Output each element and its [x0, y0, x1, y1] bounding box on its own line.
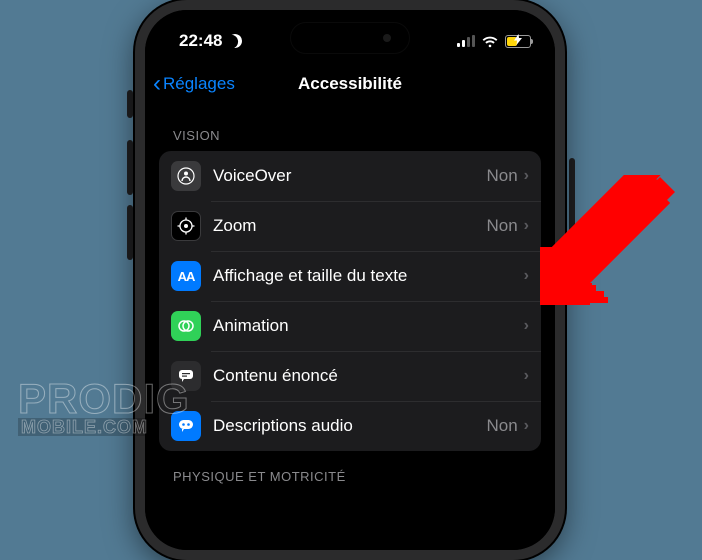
- back-button[interactable]: ‹ Réglages: [153, 72, 235, 96]
- chevron-right-icon: ›: [524, 317, 529, 335]
- row-label: Contenu énoncé: [213, 366, 524, 386]
- chevron-right-icon: ›: [524, 167, 529, 185]
- chevron-right-icon: ›: [524, 217, 529, 235]
- chevron-right-icon: ›: [524, 267, 529, 285]
- battery-icon: [505, 35, 531, 48]
- chevron-left-icon: ‹: [153, 72, 161, 96]
- section-header-vision: VISION: [159, 110, 541, 151]
- row-audio-descriptions[interactable]: Descriptions audio Non ›: [159, 401, 541, 451]
- phone-power-button: [569, 158, 575, 240]
- animation-icon: [171, 311, 201, 341]
- row-label: Animation: [213, 316, 524, 336]
- back-label: Réglages: [163, 74, 235, 94]
- row-zoom[interactable]: Zoom Non ›: [159, 201, 541, 251]
- row-animation[interactable]: Animation ›: [159, 301, 541, 351]
- audio-descriptions-icon: [171, 411, 201, 441]
- voiceover-icon: [171, 161, 201, 191]
- text-size-icon: AA: [171, 261, 201, 291]
- screen: 22:48 ‹: [145, 10, 555, 550]
- row-label: Zoom: [213, 216, 486, 236]
- chevron-right-icon: ›: [524, 367, 529, 385]
- section-header-physique: PHYSIQUE ET MOTRICITÉ: [159, 451, 541, 492]
- row-voiceover[interactable]: VoiceOver Non ›: [159, 151, 541, 201]
- row-spoken-content[interactable]: Contenu énoncé ›: [159, 351, 541, 401]
- do-not-disturb-icon: [227, 33, 243, 49]
- row-label: Affichage et taille du texte: [213, 266, 524, 286]
- spoken-content-icon: [171, 361, 201, 391]
- nav-bar: ‹ Réglages Accessibilité: [145, 58, 555, 110]
- row-value: Non: [486, 216, 517, 236]
- wifi-icon: [481, 35, 499, 48]
- row-value: Non: [486, 416, 517, 436]
- row-display-text-size[interactable]: AA Affichage et taille du texte ›: [159, 251, 541, 301]
- watermark-line2: MOBILE.COM: [18, 418, 151, 436]
- row-label: Descriptions audio: [213, 416, 486, 436]
- status-time: 22:48: [179, 31, 222, 51]
- row-value: Non: [486, 166, 517, 186]
- camera-dot-icon: [383, 34, 391, 42]
- phone-mute-switch: [127, 90, 133, 118]
- cellular-signal-icon: [457, 35, 475, 47]
- row-label: VoiceOver: [213, 166, 486, 186]
- charging-bolt-icon: [514, 34, 522, 48]
- phone-volume-up: [127, 140, 133, 195]
- zoom-icon: [171, 211, 201, 241]
- dynamic-island: [290, 22, 410, 54]
- phone-volume-down: [127, 205, 133, 260]
- vision-group: VoiceOver Non › Zoom Non › AA Affichage …: [159, 151, 541, 451]
- phone-frame: 22:48 ‹: [135, 0, 565, 560]
- chevron-right-icon: ›: [524, 417, 529, 435]
